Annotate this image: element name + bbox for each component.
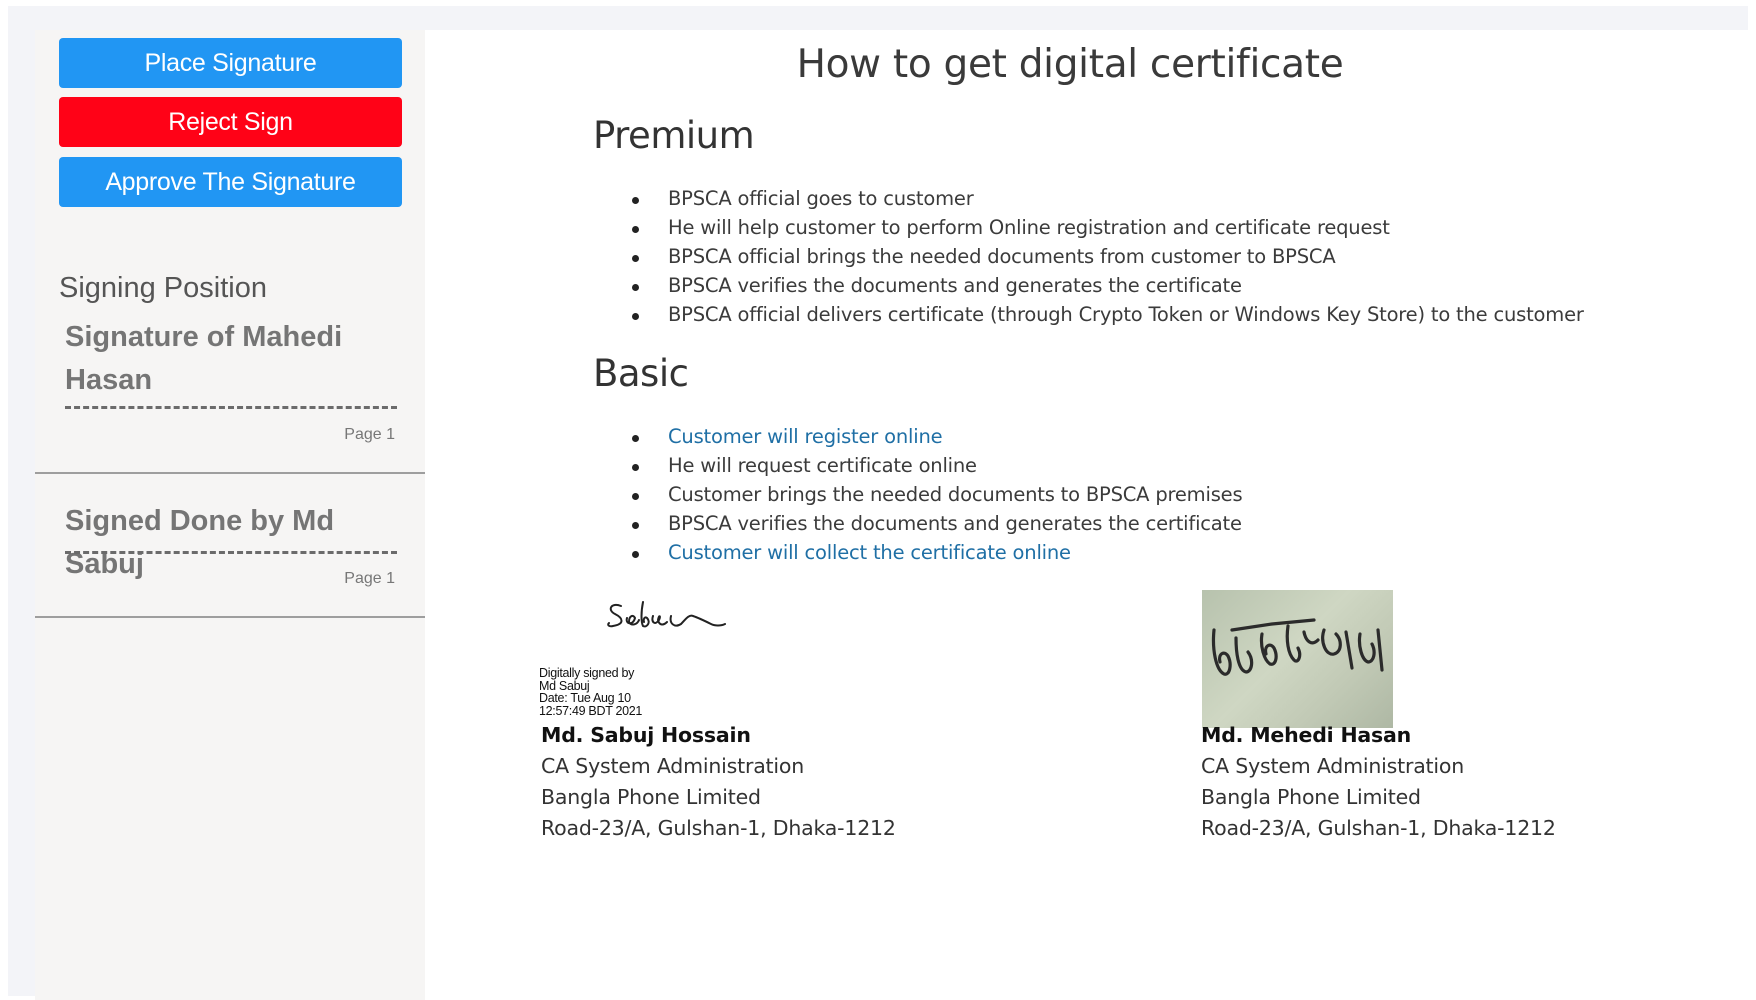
signer-company: Bangla Phone Limited	[541, 785, 761, 809]
digital-signature-stamp: Digitally signed by Md Sabuj Date: Tue A…	[539, 667, 642, 717]
stamp-line: Digitally signed by	[539, 666, 635, 680]
reject-sign-button[interactable]: Reject Sign	[59, 97, 402, 147]
signer-company: Bangla Phone Limited	[1201, 785, 1421, 809]
sidebar: Place Signature Reject Sign Approve The …	[35, 30, 425, 1000]
page-label: Page 1	[344, 426, 395, 443]
document-view: How to get digital certificate Premium B…	[425, 30, 1748, 1000]
signer-role: CA System Administration	[1201, 754, 1465, 778]
basic-heading: Basic	[593, 352, 689, 395]
list-item: BPSCA verifies the documents and generat…	[593, 509, 1242, 538]
list-item: BPSCA official brings the needed documen…	[593, 242, 1584, 271]
page-label: Page 1	[344, 570, 395, 587]
signer-address: Road-23/A, Gulshan-1, Dhaka-1212	[541, 816, 896, 840]
signature-line	[65, 406, 397, 409]
signature-image-mehedi	[1202, 590, 1393, 728]
signer-block-mehedi: Md. Mehedi Hasan CA System Administratio…	[1201, 720, 1556, 844]
list-item: Customer brings the needed documents to …	[593, 480, 1243, 509]
list-item-link[interactable]: Customer will collect the certificate on…	[593, 538, 1242, 567]
approve-signature-button[interactable]: Approve The Signature	[59, 157, 402, 207]
signer-block-sabuj: Md. Sabuj Hossain CA System Administrati…	[541, 720, 896, 844]
handwritten-signature-sabuj	[607, 601, 726, 628]
signature-line	[65, 551, 397, 554]
signing-position-item[interactable]: Signed Done by Md Sabuj Page 1	[35, 498, 425, 648]
premium-list: BPSCA official goes to customer He will …	[593, 184, 1584, 329]
signer-name: Md. Sabuj Hossain	[541, 723, 751, 747]
list-item: BPSCA official delivers certificate (thr…	[593, 300, 1584, 329]
list-item: BPSCA verifies the documents and generat…	[593, 271, 1584, 300]
list-item: He will help customer to perform Online …	[593, 213, 1584, 242]
signer-name: Md. Mehedi Hasan	[1201, 723, 1412, 747]
divider	[35, 472, 425, 474]
list-item: BPSCA official goes to customer	[593, 184, 1584, 213]
divider	[35, 616, 425, 618]
handwritten-signature-mehedi	[1211, 618, 1384, 676]
signing-position-title: Signing Position	[59, 272, 267, 304]
basic-list: Customer will register online He will re…	[593, 422, 1243, 567]
premium-heading: Premium	[593, 114, 755, 157]
signing-position-item[interactable]: Signature of Mahedi Hasan Page 1	[35, 310, 425, 475]
list-item: He will request certificate online	[593, 451, 1242, 480]
list-item-link[interactable]: Customer will register online	[593, 422, 1242, 451]
stamp-line: Date: Tue Aug 10	[539, 691, 631, 705]
signing-position-name: Signature of Mahedi Hasan	[65, 321, 343, 396]
place-signature-button[interactable]: Place Signature	[59, 38, 402, 88]
signer-address: Road-23/A, Gulshan-1, Dhaka-1212	[1201, 816, 1556, 840]
signer-role: CA System Administration	[541, 754, 805, 778]
stamp-line: 12:57:49 BDT 2021	[539, 703, 643, 718]
document-title: How to get digital certificate	[796, 42, 1344, 87]
